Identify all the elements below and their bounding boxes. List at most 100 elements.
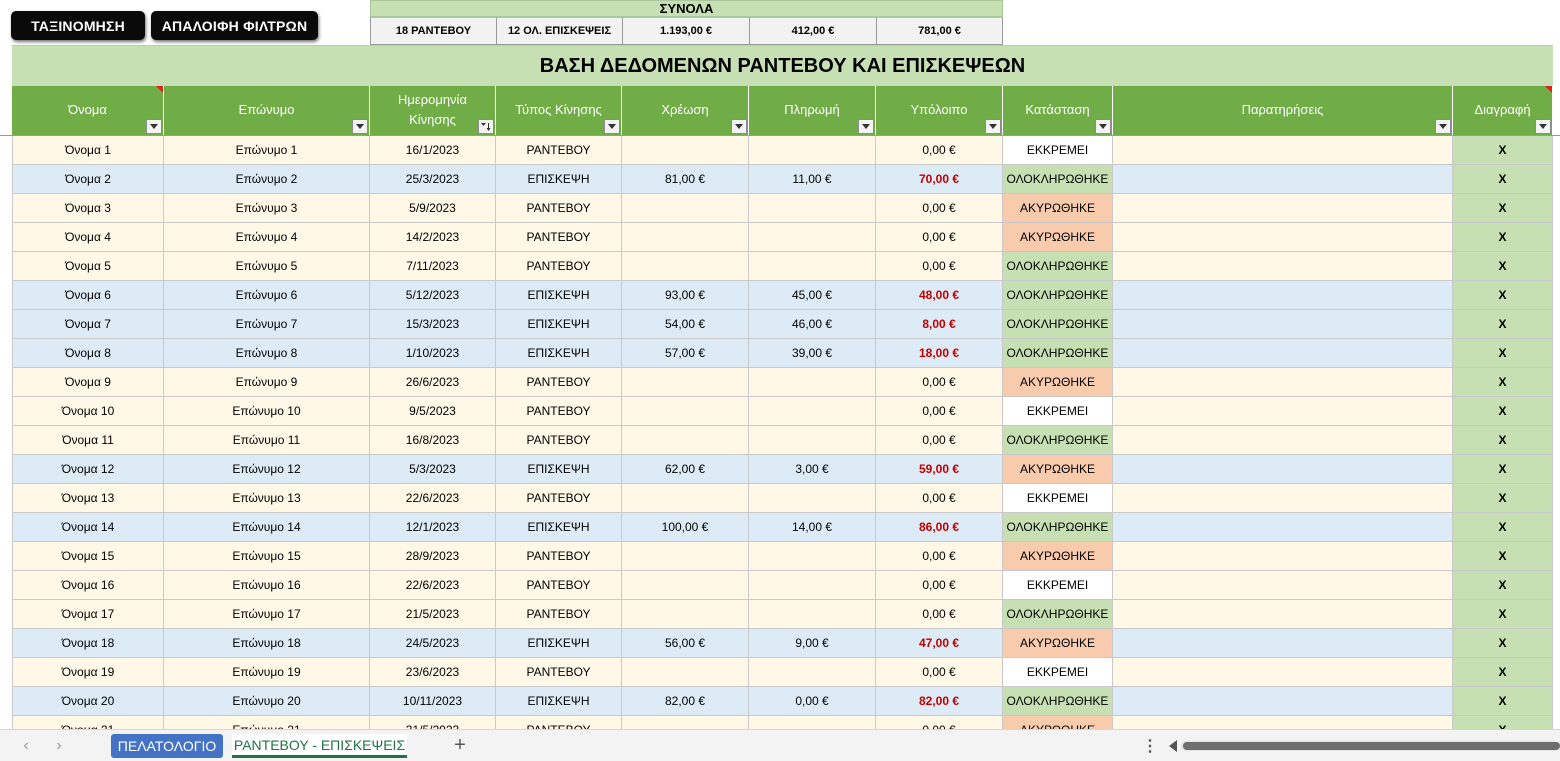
cell-charge[interactable]: 82,00 € [622, 687, 749, 716]
filter-dropdown-icon[interactable] [985, 119, 1001, 134]
cell-date[interactable]: 23/6/2023 [370, 658, 496, 687]
cell-status[interactable]: ΕΚΚΡΕΜΕΙ [1003, 397, 1113, 426]
cell-last-name[interactable]: Επώνυμο 20 [164, 687, 370, 716]
cell-first-name[interactable]: Όνομα 3 [12, 194, 164, 223]
cell-charge[interactable] [622, 716, 749, 729]
filter-dropdown-icon[interactable] [146, 119, 162, 134]
clear-filters-button[interactable]: ΑΠΑΛΟΙΦΗ ΦΙΛΤΡΩΝ [151, 11, 318, 40]
cell-type[interactable]: ΡΑΝΤΕΒΟΥ [496, 571, 622, 600]
cell-balance[interactable]: 0,00 € [876, 397, 1003, 426]
cell-last-name[interactable]: Επώνυμο 16 [164, 571, 370, 600]
cell-payment[interactable] [749, 600, 876, 629]
cell-charge[interactable] [622, 194, 749, 223]
delete-button[interactable]: X [1453, 223, 1553, 252]
cell-first-name[interactable]: Όνομα 13 [12, 484, 164, 513]
cell-first-name[interactable]: Όνομα 4 [12, 223, 164, 252]
cell-last-name[interactable]: Επώνυμο 3 [164, 194, 370, 223]
cell-status[interactable]: ΑΚΥΡΩΘΗΚΕ [1003, 194, 1113, 223]
cell-type[interactable]: ΡΑΝΤΕΒΟΥ [496, 542, 622, 571]
cell-charge[interactable] [622, 426, 749, 455]
chevron-right-icon[interactable]: › [49, 736, 69, 756]
cell-notes[interactable] [1113, 397, 1453, 426]
delete-button[interactable]: X [1453, 165, 1553, 194]
cell-status[interactable]: ΑΚΥΡΩΘΗΚΕ [1003, 455, 1113, 484]
cell-date[interactable]: 21/5/2023 [370, 600, 496, 629]
cell-notes[interactable] [1113, 542, 1453, 571]
cell-charge[interactable]: 56,00 € [622, 629, 749, 658]
cell-last-name[interactable]: Επώνυμο 13 [164, 484, 370, 513]
cell-date[interactable]: 15/3/2023 [370, 310, 496, 339]
filter-dropdown-icon[interactable] [858, 119, 874, 134]
cell-notes[interactable] [1113, 281, 1453, 310]
delete-button[interactable]: X [1453, 252, 1553, 281]
delete-button[interactable]: X [1453, 136, 1553, 165]
cell-notes[interactable] [1113, 136, 1453, 165]
cell-balance[interactable]: 0,00 € [876, 136, 1003, 165]
cell-notes[interactable] [1113, 194, 1453, 223]
delete-button[interactable]: X [1453, 281, 1553, 310]
cell-status[interactable]: ΕΚΚΡΕΜΕΙ [1003, 571, 1113, 600]
cell-charge[interactable] [622, 136, 749, 165]
cell-first-name[interactable]: Όνομα 10 [12, 397, 164, 426]
cell-charge[interactable] [622, 542, 749, 571]
cell-last-name[interactable]: Επώνυμο 2 [164, 165, 370, 194]
cell-payment[interactable] [749, 426, 876, 455]
cell-date[interactable]: 28/9/2023 [370, 542, 496, 571]
cell-type[interactable]: ΡΑΝΤΕΒΟΥ [496, 136, 622, 165]
cell-status[interactable]: ΕΚΚΡΕΜΕΙ [1003, 136, 1113, 165]
cell-notes[interactable] [1113, 223, 1453, 252]
cell-last-name[interactable]: Επώνυμο 10 [164, 397, 370, 426]
cell-charge[interactable] [622, 397, 749, 426]
cell-notes[interactable] [1113, 629, 1453, 658]
cell-last-name[interactable]: Επώνυμο 7 [164, 310, 370, 339]
delete-button[interactable]: X [1453, 339, 1553, 368]
cell-type[interactable]: ΡΑΝΤΕΒΟΥ [496, 223, 622, 252]
cell-balance[interactable]: 82,00 € [876, 687, 1003, 716]
cell-status[interactable]: ΑΚΥΡΩΘΗΚΕ [1003, 223, 1113, 252]
cell-status[interactable]: ΟΛΟΚΛΗΡΩΘΗΚΕ [1003, 687, 1113, 716]
cell-type[interactable]: ΕΠΙΣΚΕΨΗ [496, 339, 622, 368]
cell-date[interactable]: 9/5/2023 [370, 397, 496, 426]
cell-balance[interactable]: 86,00 € [876, 513, 1003, 542]
cell-date[interactable]: 26/6/2023 [370, 368, 496, 397]
cell-notes[interactable] [1113, 339, 1453, 368]
cell-date[interactable]: 10/11/2023 [370, 687, 496, 716]
spreadsheet-grid[interactable]: ΤΑΞΙΝΟΜΗΣΗ ΑΠΑΛΟΙΦΗ ΦΙΛΤΡΩΝ ΣΥΝΟΛΑ 18 ΡΑ… [0, 0, 1560, 729]
cell-balance[interactable]: 0,00 € [876, 252, 1003, 281]
delete-button[interactable]: X [1453, 426, 1553, 455]
cell-type[interactable]: ΡΑΝΤΕΒΟΥ [496, 368, 622, 397]
cell-balance[interactable]: 0,00 € [876, 426, 1003, 455]
more-options-icon[interactable]: ⋮ [1142, 736, 1158, 756]
cell-first-name[interactable]: Όνομα 16 [12, 571, 164, 600]
cell-balance[interactable]: 0,00 € [876, 571, 1003, 600]
cell-payment[interactable]: 45,00 € [749, 281, 876, 310]
cell-type[interactable]: ΕΠΙΣΚΕΨΗ [496, 281, 622, 310]
cell-status[interactable]: ΕΚΚΡΕΜΕΙ [1003, 484, 1113, 513]
cell-status[interactable]: ΟΛΟΚΛΗΡΩΘΗΚΕ [1003, 165, 1113, 194]
cell-payment[interactable]: 0,00 € [749, 687, 876, 716]
cell-balance[interactable]: 0,00 € [876, 194, 1003, 223]
cell-payment[interactable] [749, 571, 876, 600]
cell-notes[interactable] [1113, 426, 1453, 455]
cell-payment[interactable]: 39,00 € [749, 339, 876, 368]
cell-last-name[interactable]: Επώνυμο 1 [164, 136, 370, 165]
cell-balance[interactable]: 0,00 € [876, 484, 1003, 513]
cell-payment[interactable] [749, 542, 876, 571]
cell-last-name[interactable]: Επώνυμο 21 [164, 716, 370, 729]
delete-button[interactable]: X [1453, 687, 1553, 716]
cell-charge[interactable]: 93,00 € [622, 281, 749, 310]
cell-type[interactable]: ΡΑΝΤΕΒΟΥ [496, 397, 622, 426]
delete-button[interactable]: X [1453, 716, 1553, 729]
cell-first-name[interactable]: Όνομα 5 [12, 252, 164, 281]
cell-type[interactable]: ΕΠΙΣΚΕΨΗ [496, 687, 622, 716]
cell-status[interactable]: ΟΛΟΚΛΗΡΩΘΗΚΕ [1003, 252, 1113, 281]
cell-first-name[interactable]: Όνομα 8 [12, 339, 164, 368]
cell-status[interactable]: ΟΛΟΚΛΗΡΩΘΗΚΕ [1003, 281, 1113, 310]
cell-notes[interactable] [1113, 252, 1453, 281]
cell-type[interactable]: ΕΠΙΣΚΕΨΗ [496, 455, 622, 484]
cell-date[interactable]: 5/9/2023 [370, 194, 496, 223]
cell-charge[interactable] [622, 658, 749, 687]
cell-notes[interactable] [1113, 455, 1453, 484]
cell-type[interactable]: ΡΑΝΤΕΒΟΥ [496, 716, 622, 729]
cell-notes[interactable] [1113, 165, 1453, 194]
